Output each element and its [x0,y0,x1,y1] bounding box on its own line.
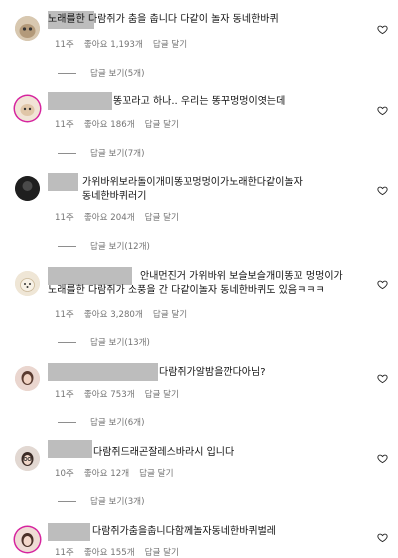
story-ring-avatar[interactable] [15,96,40,121]
heart-icon[interactable] [377,532,388,543]
like-count[interactable]: 좋아요 3,280개 [84,310,143,320]
comment-meta: 11주 좋아요 204개 답글 달기 [55,211,189,223]
divider-line [58,152,76,154]
view-replies-button[interactable]: 답글 보기(3개) [58,495,144,507]
divider-line [58,341,76,343]
like-count[interactable]: 좋아요 204개 [84,213,135,223]
view-replies-button[interactable]: 답글 보기(12개) [58,240,150,252]
comment-time: 10주 [55,469,74,479]
view-replies-button[interactable]: 답글 보기(5개) [58,67,144,79]
comment-text: 가위바위보라돌이개미똥꼬멍멍이가노래한다같이놀자 동네한바퀴러기 [82,177,303,202]
view-replies-button[interactable]: 답글 보기(6개) [58,416,144,428]
reply-button[interactable]: 답글 달기 [139,469,173,479]
redacted-username [48,173,78,191]
reply-button[interactable]: 답글 달기 [153,310,187,320]
view-replies-label: 답글 보기(5개) [90,69,145,79]
dark-avatar[interactable] [15,176,40,201]
comment-text: 다람쥐가춤을춥니다함께놀자동네한바퀴벌레 [92,526,276,537]
view-replies-label: 답글 보기(12개) [90,242,150,252]
heart-icon[interactable] [377,279,388,290]
view-replies-label: 답글 보기(6개) [90,418,145,428]
comment-text: 노래를한 다람쥐가 춤을 춥니다 다같이 놀자 동네한바퀴 [48,14,279,25]
comment-text: 똥꼬라고 하나.. 우리는 똥꾸멍멍이엿는데 [113,96,286,107]
view-replies-label: 답글 보기(3개) [90,497,145,507]
heart-icon[interactable] [377,453,388,464]
dog-avatar[interactable] [15,271,40,296]
reply-button[interactable]: 답글 달기 [145,120,179,130]
heart-icon[interactable] [377,373,388,384]
heart-icon[interactable] [377,185,388,196]
glasses-avatar[interactable] [15,446,40,471]
cat-avatar[interactable] [15,16,40,41]
heart-icon[interactable] [377,105,388,116]
comment-meta: 11주 좋아요 186개 답글 달기 [55,118,189,130]
divider-line [58,500,76,502]
comment-meta: 11주 좋아요 155개 답글 달기 [55,546,189,558]
reply-button[interactable]: 답글 달기 [145,213,179,223]
view-replies-button[interactable]: 답글 보기(13개) [58,336,150,348]
reply-button[interactable]: 답글 달기 [145,390,179,400]
divider-line [58,245,76,247]
comment-meta: 11주 좋아요 753개 답글 달기 [55,388,189,400]
comment-meta: 11주 좋아요 3,280개 답글 달기 [55,308,197,320]
comment-text: 다람쥐가알밤을깐다아님? [159,367,266,378]
like-count[interactable]: 좋아요 12개 [84,469,129,479]
redacted-username [48,363,158,381]
view-replies-label: 답글 보기(7개) [90,149,145,159]
like-count[interactable]: 좋아요 753개 [84,390,135,400]
redacted-username [48,440,92,458]
divider-line [58,72,76,74]
comment-text: 다람쥐드래곤잘레스바라시 입니다 [93,447,235,458]
person-avatar[interactable] [15,366,40,391]
like-count[interactable]: 좋아요 1,193개 [84,40,143,50]
comment-time: 11주 [55,40,74,50]
redacted-username [48,523,90,541]
comment-time: 11주 [55,390,74,400]
comment-time: 11주 [55,213,74,223]
comment-meta: 10주 좋아요 12개 답글 달기 [55,467,184,479]
reply-button[interactable]: 답글 달기 [153,40,187,50]
comment-time: 11주 [55,120,74,130]
divider-line [58,421,76,423]
ring-person-avatar[interactable] [15,527,40,552]
comment-meta: 11주 좋아요 1,193개 답글 달기 [55,38,197,50]
redacted-username [48,92,112,110]
comment-time: 11주 [55,310,74,320]
comment-text: 안내먼진거 가위바위 보슬보슬개미똥꼬 멍멍이가 노래를한 다람쥐가 소풍을 간… [48,271,343,296]
heart-icon[interactable] [377,24,388,35]
view-replies-button[interactable]: 답글 보기(7개) [58,147,144,159]
view-replies-label: 답글 보기(13개) [90,338,150,348]
like-count[interactable]: 좋아요 186개 [84,120,135,130]
